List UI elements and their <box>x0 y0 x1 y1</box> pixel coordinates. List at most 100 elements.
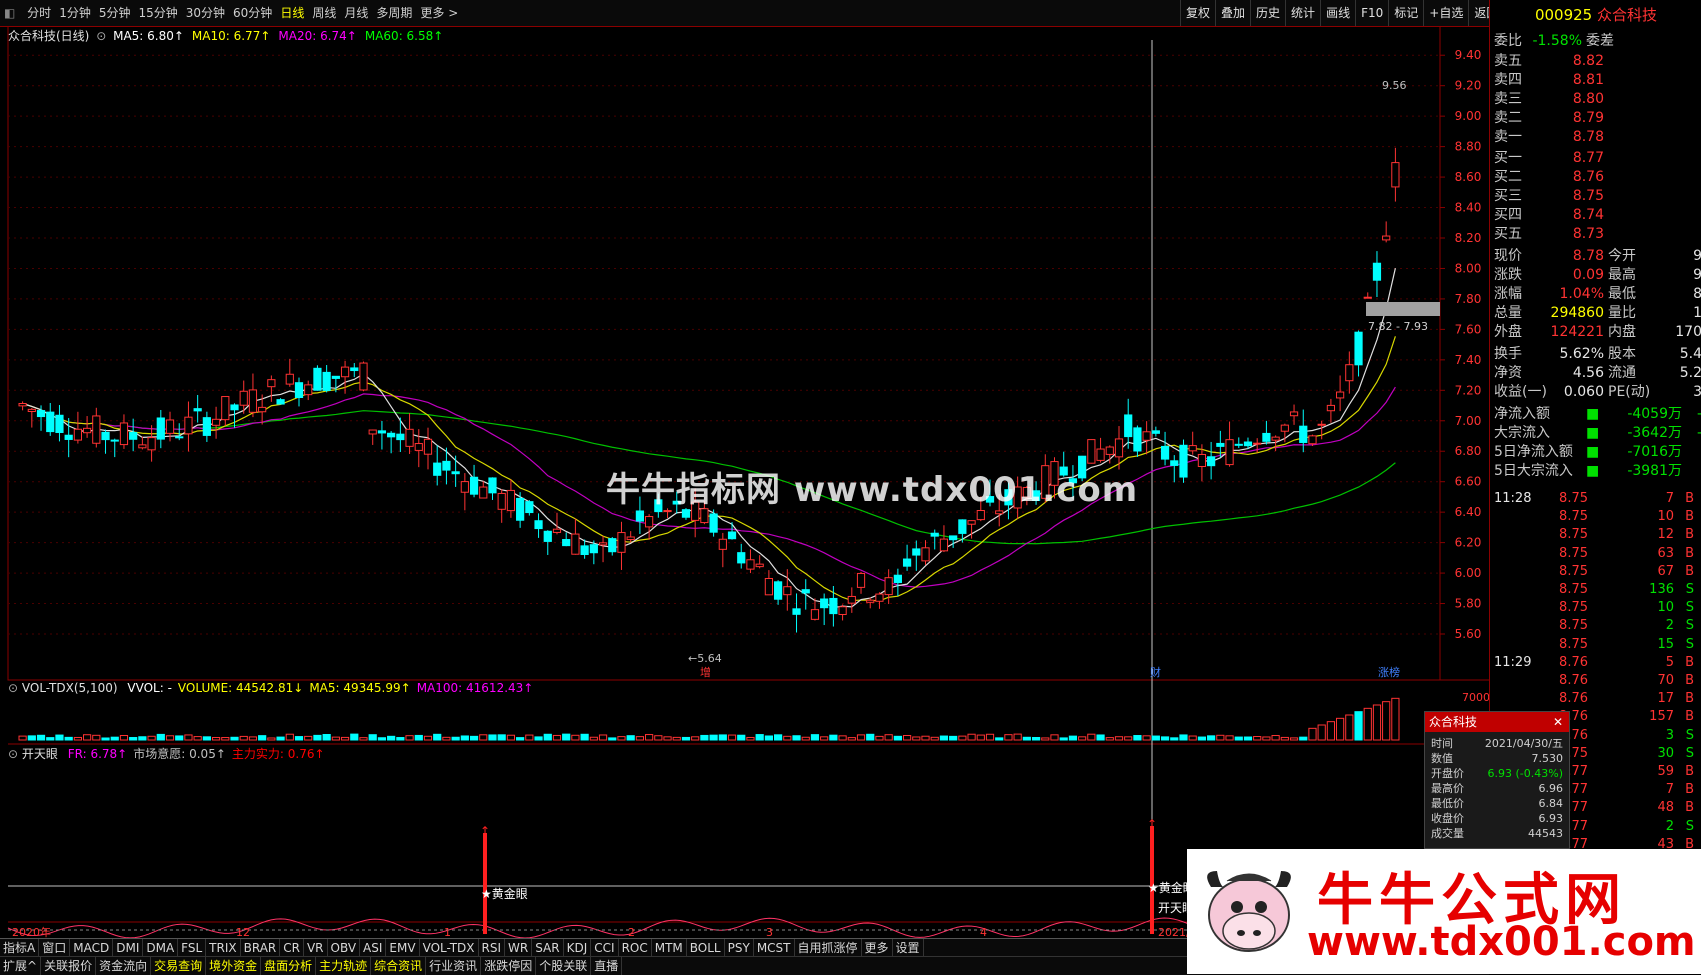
settings-icon[interactable]: ⊙ <box>8 681 18 695</box>
volume-bar <box>562 733 571 741</box>
sell-row: 卖五 8.82 <box>1490 52 1701 71</box>
extension-tab-11[interactable]: 直播 <box>591 957 623 975</box>
indicator-tab-6[interactable]: TRIX <box>206 939 241 957</box>
indicator-tab-22[interactable]: PSY <box>725 939 754 957</box>
indicator-tab-21[interactable]: BOLL <box>687 939 725 957</box>
extension-tab-4[interactable]: 境外资金 <box>206 957 262 975</box>
extension-tab-0[interactable]: 扩展^ <box>0 957 42 975</box>
extension-tab-6[interactable]: 主力轨迹 <box>316 957 372 975</box>
indicator-tab-8[interactable]: CR <box>280 939 304 957</box>
indicator-label-2: 主力实力: 0.76↑ <box>231 747 325 761</box>
volume-bar <box>1391 697 1400 741</box>
close-icon[interactable]: ✕ <box>1553 712 1563 732</box>
settings-icon[interactable]: ⊙ <box>96 29 106 43</box>
volume-bar <box>737 734 746 741</box>
extension-tab-10[interactable]: 个股关联 <box>536 957 592 975</box>
indicator-tab-18[interactable]: CCI <box>591 939 619 957</box>
price-tick: 7.20 <box>1455 383 1482 397</box>
period-tab-10[interactable]: 更多 > <box>416 0 462 26</box>
tick-price: 8.75 <box>1559 618 1588 634</box>
indicator-tab-19[interactable]: ROC <box>619 939 652 957</box>
stat-value-2: 9 <box>1693 267 1701 283</box>
volume-bar <box>755 734 764 741</box>
tick-volume: 7 <box>1665 491 1674 506</box>
flow-value: -4059万 <box>1627 406 1682 422</box>
extension-tab-1[interactable]: 关联报价 <box>41 957 97 975</box>
settings-icon[interactable]: ⊙ <box>8 747 18 761</box>
indicator-tab-10[interactable]: OBV <box>328 939 361 957</box>
toolbar-button-3[interactable]: 统计 <box>1285 0 1320 26</box>
extension-tab-5[interactable]: 盘面分析 <box>261 957 317 975</box>
indicator-tab-25[interactable]: 更多 <box>862 939 893 957</box>
vol-label-0: VVOL: - <box>127 681 172 695</box>
volume-bar <box>985 733 995 741</box>
indicator-tab-1[interactable]: 窗口 <box>39 939 71 957</box>
indicator-tab-11[interactable]: ASI <box>360 939 387 957</box>
candle <box>211 418 221 426</box>
period-tab-1[interactable]: 1分钟 <box>55 0 95 26</box>
period-tab-4[interactable]: 30分钟 <box>182 0 229 26</box>
toolbar-button-1[interactable]: 叠加 <box>1215 0 1250 26</box>
volume-bar <box>829 734 838 741</box>
weibi-label: 委比 <box>1494 33 1522 49</box>
toolbar-button-7[interactable]: +自选 <box>1423 0 1468 26</box>
extension-tab-7[interactable]: 综合资讯 <box>371 957 427 975</box>
extension-tab-2[interactable]: 资金流向 <box>96 957 152 975</box>
tick-row: 8.75 67 B <box>1490 562 1701 581</box>
indicator-tab-13[interactable]: VOL-TDX <box>420 939 479 957</box>
indicator-tab-5[interactable]: FSL <box>178 939 207 957</box>
extension-tab-9[interactable]: 涨跌停因 <box>481 957 537 975</box>
extension-tab-8[interactable]: 行业资讯 <box>426 957 482 975</box>
event-marker[interactable]: 涨榜 <box>1378 665 1400 679</box>
period-tab-6[interactable]: 日线 <box>276 0 308 26</box>
toolbar-button-6[interactable]: 标记 <box>1388 0 1423 26</box>
period-tab-3[interactable]: 15分钟 <box>134 0 181 26</box>
volume-bar <box>958 735 967 741</box>
toolbar-button-0[interactable]: 复权 <box>1180 0 1215 26</box>
indicator-tab-16[interactable]: SAR <box>532 939 564 957</box>
indicator-tab-17[interactable]: KDJ <box>564 939 592 957</box>
indicator-tab-0[interactable]: 指标A <box>0 939 40 957</box>
indicator-tab-26[interactable]: 设置 <box>893 939 924 957</box>
indicator-tab-14[interactable]: RSI <box>479 939 506 957</box>
period-tab-9[interactable]: 多周期 <box>372 0 416 26</box>
sell-label: 卖二 <box>1494 110 1522 126</box>
tooltip-title: 众合科技 <box>1429 715 1478 729</box>
indicator-tab-12[interactable]: EMV <box>386 939 420 957</box>
toolbar-button-5[interactable]: F10 <box>1355 0 1388 26</box>
period-tab-0[interactable]: 分时 <box>23 0 55 26</box>
period-tab-5[interactable]: 60分钟 <box>229 0 276 26</box>
candle <box>1114 438 1124 458</box>
indicator-tab-2[interactable]: MACD <box>70 939 114 957</box>
stock-header[interactable]: 000925 众合科技 <box>1490 4 1701 26</box>
period-tab-7[interactable]: 周线 <box>308 0 340 26</box>
vol-tick: 70000 <box>1462 691 1489 704</box>
toolbar-button-4[interactable]: 画线 <box>1320 0 1355 26</box>
stat-row: 净资 4.56 流通 5.2 <box>1490 364 1701 383</box>
indicator-tab-24[interactable]: 自用抓涨停 <box>795 939 862 957</box>
tick-volume: 2 <box>1665 818 1674 834</box>
indicator-tab-15[interactable]: WR <box>505 939 533 957</box>
indicator-tab-7[interactable]: BRAR <box>241 939 281 957</box>
window-icon[interactable]: ◧ <box>0 0 19 26</box>
event-marker[interactable]: 增 <box>700 665 711 679</box>
price-tick: 6.80 <box>1455 444 1482 458</box>
event-marker[interactable]: 财 <box>1150 665 1161 679</box>
toolbar-button-2[interactable]: 历史 <box>1250 0 1285 26</box>
indicator-tab-23[interactable]: MCST <box>754 939 795 957</box>
candle <box>165 419 175 434</box>
candle <box>1308 435 1317 445</box>
indicator-tab-3[interactable]: DMI <box>113 939 144 957</box>
flow-label: 5日净流入额 <box>1494 444 1573 460</box>
indicator-tab-4[interactable]: DMA <box>143 939 179 957</box>
candle <box>930 532 939 537</box>
volume-bar <box>387 735 396 741</box>
indicator-tab-9[interactable]: VR <box>304 939 328 957</box>
candle <box>359 362 368 391</box>
volume-bar <box>1142 735 1151 741</box>
period-tab-8[interactable]: 月线 <box>340 0 372 26</box>
volume-bar <box>571 734 580 741</box>
period-tab-2[interactable]: 5分钟 <box>95 0 135 26</box>
extension-tab-3[interactable]: 交易查询 <box>151 957 207 975</box>
indicator-tab-20[interactable]: MTM <box>652 939 687 957</box>
